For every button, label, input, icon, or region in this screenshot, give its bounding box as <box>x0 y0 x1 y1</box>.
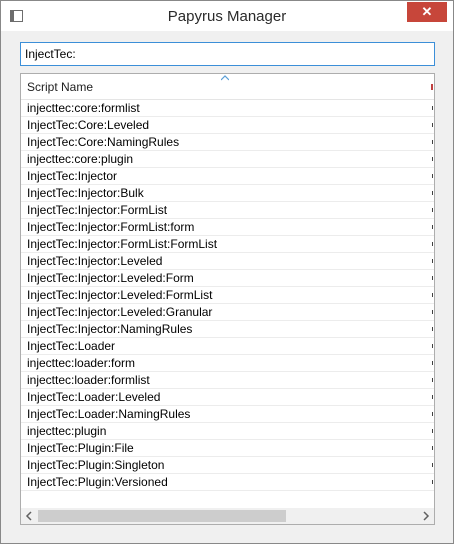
chevron-right-icon <box>423 511 430 521</box>
row-overflow-marker <box>432 327 433 331</box>
row-overflow-marker <box>432 395 433 399</box>
script-name-cell: injecttec:core:plugin <box>27 152 134 166</box>
row-overflow-marker <box>432 157 433 161</box>
table-row[interactable]: InjectTec:Injector:FormList <box>21 202 434 219</box>
table-row[interactable]: InjectTec:Loader:Leveled <box>21 389 434 406</box>
script-name-cell: InjectTec:Loader:NamingRules <box>27 407 191 421</box>
row-overflow-marker <box>432 378 433 382</box>
table-row[interactable]: InjectTec:Plugin:File <box>21 440 434 457</box>
table-row[interactable]: InjectTec:Injector:Leveled:FormList <box>21 287 434 304</box>
table-row[interactable]: InjectTec:Injector:Leveled <box>21 253 434 270</box>
script-name-cell: InjectTec:Plugin:Singleton <box>27 458 165 472</box>
script-name-cell: InjectTec:Injector:Leveled:FormList <box>27 288 213 302</box>
search-input[interactable] <box>20 42 435 66</box>
table-row[interactable]: InjectTec:Injector:NamingRules <box>21 321 434 338</box>
row-overflow-marker <box>432 140 433 144</box>
row-overflow-marker <box>432 293 433 297</box>
script-name-cell: InjectTec:Injector:Bulk <box>27 186 144 200</box>
table-row[interactable]: InjectTec:Plugin:Singleton <box>21 457 434 474</box>
row-overflow-marker <box>432 344 433 348</box>
script-name-cell: InjectTec:Injector:Leveled:Form <box>27 271 194 285</box>
row-overflow-marker <box>432 259 433 263</box>
chevron-left-icon <box>25 511 32 521</box>
table-row[interactable]: InjectTec:Core:Leveled <box>21 117 434 134</box>
window-title: Papyrus Manager <box>167 8 287 25</box>
table-row[interactable]: injecttec:loader:formlist <box>21 372 434 389</box>
row-overflow-marker <box>432 480 433 484</box>
script-name-cell: injecttec:plugin <box>27 424 107 438</box>
table-row[interactable]: InjectTec:Injector:Leveled:Granular <box>21 304 434 321</box>
row-overflow-marker <box>432 361 433 365</box>
script-name-cell: injecttec:core:formlist <box>27 101 140 115</box>
script-name-cell: InjectTec:Injector:FormList:FormList <box>27 237 218 251</box>
row-overflow-marker <box>432 463 433 467</box>
row-overflow-marker <box>432 446 433 450</box>
table-row[interactable]: injecttec:core:plugin <box>21 151 434 168</box>
script-name-cell: InjectTec:Plugin:Versioned <box>27 475 168 489</box>
table-row[interactable]: InjectTec:Loader <box>21 338 434 355</box>
script-name-cell: InjectTec:Loader:Leveled <box>27 390 161 404</box>
column-header-script-name[interactable]: Script Name <box>21 74 434 100</box>
scrollbar-thumb[interactable] <box>38 510 286 522</box>
script-name-cell: InjectTec:Plugin:File <box>27 441 134 455</box>
row-overflow-marker <box>432 106 433 110</box>
close-button[interactable]: ✕ <box>407 2 447 22</box>
table-rows: injecttec:core:formlist InjectTec:Core:Le… <box>21 100 434 491</box>
header-edge-marker <box>431 84 433 90</box>
table-row[interactable]: InjectTec:Core:NamingRules <box>21 134 434 151</box>
papyrus-manager-window: Papyrus Manager ✕ Script Name injecttec:… <box>0 0 454 544</box>
table-row[interactable]: InjectTec:Injector:FormList:form <box>21 219 434 236</box>
script-table: Script Name injecttec:core:formlist Injec… <box>20 73 435 525</box>
table-row[interactable]: InjectTec:Loader:NamingRules <box>21 406 434 423</box>
table-row[interactable]: InjectTec:Plugin:Versioned <box>21 474 434 491</box>
row-overflow-marker <box>432 276 433 280</box>
script-name-cell: injecttec:loader:formlist <box>27 373 150 387</box>
column-header-label: Script Name <box>27 80 94 94</box>
close-icon: ✕ <box>421 4 433 19</box>
table-row[interactable]: injecttec:loader:form <box>21 355 434 372</box>
table-row[interactable]: injecttec:plugin <box>21 423 434 440</box>
script-name-cell: InjectTec:Core:NamingRules <box>27 135 180 149</box>
script-name-cell: InjectTec:Core:Leveled <box>27 118 150 132</box>
script-name-cell: injecttec:loader:form <box>27 356 136 370</box>
scroll-left-button[interactable] <box>21 508 38 524</box>
table-row[interactable]: injecttec:core:formlist <box>21 100 434 117</box>
title-bar[interactable]: Papyrus Manager ✕ <box>1 1 453 31</box>
horizontal-scrollbar[interactable] <box>21 508 434 524</box>
script-name-cell: InjectTec:Injector:NamingRules <box>27 322 193 336</box>
sort-ascending-icon <box>221 75 229 81</box>
script-name-cell: InjectTec:Injector:Leveled <box>27 254 163 268</box>
script-name-cell: InjectTec:Injector:FormList:form <box>27 220 195 234</box>
row-overflow-marker <box>432 429 433 433</box>
table-row[interactable]: InjectTec:Injector:Leveled:Form <box>21 270 434 287</box>
table-row[interactable]: InjectTec:Injector:FormList:FormList <box>21 236 434 253</box>
row-overflow-marker <box>432 208 433 212</box>
script-name-cell: InjectTec:Loader <box>27 339 116 353</box>
row-overflow-marker <box>432 225 433 229</box>
table-row[interactable]: InjectTec:Injector:Bulk <box>21 185 434 202</box>
table-row[interactable]: InjectTec:Injector <box>21 168 434 185</box>
script-name-cell: InjectTec:Injector <box>27 169 118 183</box>
row-overflow-marker <box>432 174 433 178</box>
script-name-cell: InjectTec:Injector:FormList <box>27 203 168 217</box>
row-overflow-marker <box>432 310 433 314</box>
row-overflow-marker <box>432 191 433 195</box>
row-overflow-marker <box>432 242 433 246</box>
scroll-right-button[interactable] <box>417 508 434 524</box>
row-overflow-marker <box>432 123 433 127</box>
script-name-cell: InjectTec:Injector:Leveled:Granular <box>27 305 213 319</box>
row-overflow-marker <box>432 412 433 416</box>
